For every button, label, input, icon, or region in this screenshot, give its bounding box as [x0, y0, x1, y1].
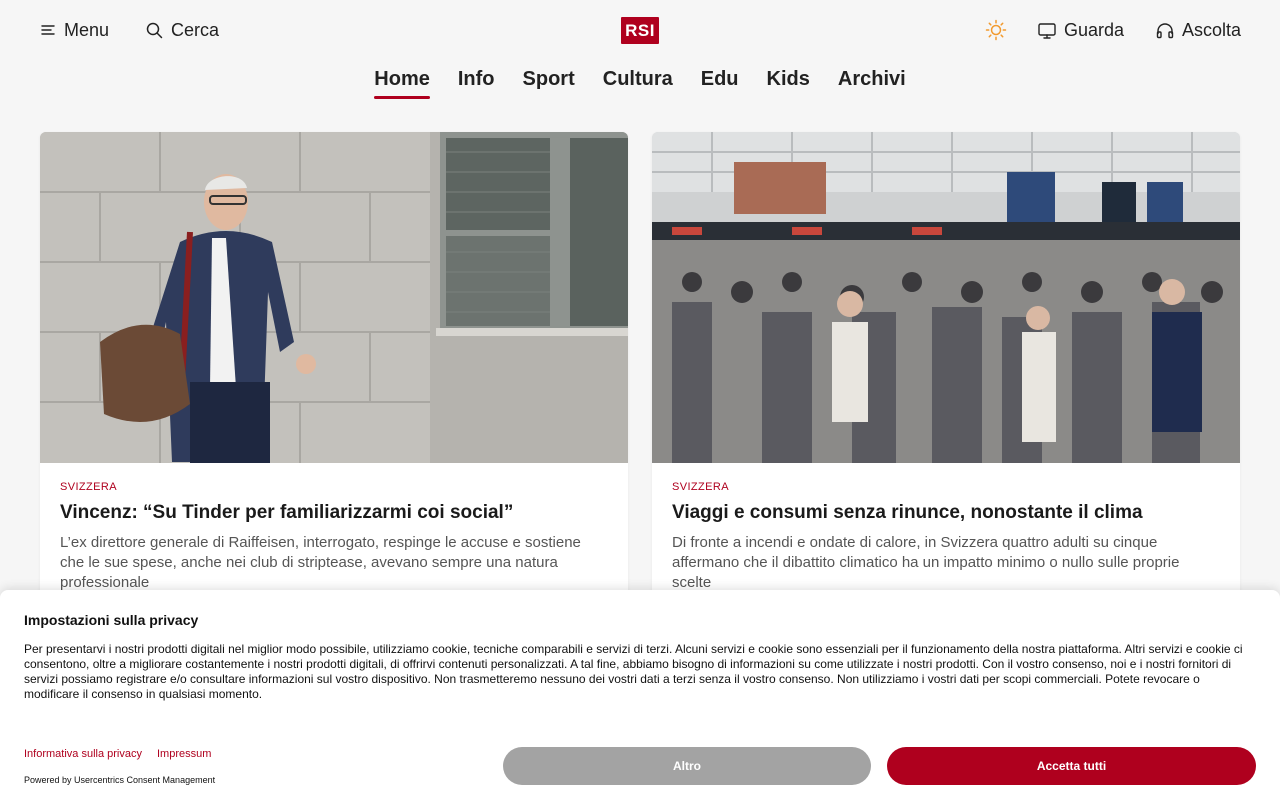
search-label: Cerca: [171, 19, 220, 40]
nav-item-home[interactable]: Home: [374, 68, 430, 99]
hamburger-icon: [41, 25, 55, 35]
nav-item-kids[interactable]: Kids: [767, 68, 810, 99]
impressum-link[interactable]: Impressum: [157, 748, 211, 760]
theme-toggle-sun-icon[interactable]: [985, 19, 1007, 41]
nav-item-sport[interactable]: Sport: [523, 68, 575, 99]
card-headline[interactable]: Viaggi e consumi senza rinunce, nonostan…: [672, 501, 1220, 525]
card-lead: L’ex direttore generale di Raiffeisen, i…: [60, 534, 581, 591]
news-card[interactable]: SVIZZERA Viaggi e consumi senza rinunce,…: [652, 132, 1240, 612]
headphones-icon: [1156, 22, 1174, 38]
watch-button[interactable]: Guarda: [1038, 16, 1124, 44]
menu-button[interactable]: Menu: [40, 16, 109, 44]
card-kicker: SVIZZERA: [672, 481, 729, 493]
main-navigation: Home Info Sport Cultura Edu Kids Archivi: [0, 68, 1280, 99]
privacy-consent-banner: Impostazioni sulla privacy Per presentar…: [0, 590, 1280, 800]
nav-item-edu[interactable]: Edu: [701, 68, 739, 99]
more-options-button[interactable]: Altro: [503, 747, 871, 785]
news-card[interactable]: SVIZZERA Vincenz: “Su Tinder per familia…: [40, 132, 628, 612]
news-photo-airport-crowd[interactable]: [652, 132, 1240, 463]
consent-title: Impostazioni sulla privacy: [24, 612, 199, 628]
privacy-policy-link[interactable]: Informativa sulla privacy: [24, 748, 142, 760]
top-bar: Menu Cerca RSI Guarda Ascolta: [0, 0, 1280, 60]
nav-item-info[interactable]: Info: [458, 68, 495, 99]
news-photo-man-walking[interactable]: [40, 132, 628, 463]
consent-text: Per presentarvi i nostri prodotti digita…: [24, 642, 1243, 701]
watch-label: Guarda: [1064, 19, 1125, 40]
accept-all-button[interactable]: Accetta tutti: [887, 747, 1256, 785]
listen-button[interactable]: Ascolta: [1156, 16, 1241, 44]
search-button[interactable]: Cerca: [146, 16, 219, 44]
card-kicker: SVIZZERA: [60, 481, 117, 493]
rsi-logo[interactable]: RSI: [621, 17, 659, 44]
listen-label: Ascolta: [1182, 19, 1242, 40]
menu-label: Menu: [64, 19, 110, 40]
search-icon: [146, 22, 163, 38]
card-lead: Di fronte a incendi e ondate di calore, …: [672, 534, 1180, 591]
consent-links: Informativa sulla privacy Impressum: [24, 748, 211, 760]
powered-by-text: Powered by Usercentrics Consent Manageme…: [24, 775, 216, 785]
tv-icon: [1038, 22, 1056, 39]
nav-item-archivi[interactable]: Archivi: [838, 68, 906, 99]
card-headline[interactable]: Vincenz: “Su Tinder per familiarizzarmi …: [60, 501, 608, 525]
nav-item-cultura[interactable]: Cultura: [603, 68, 673, 99]
